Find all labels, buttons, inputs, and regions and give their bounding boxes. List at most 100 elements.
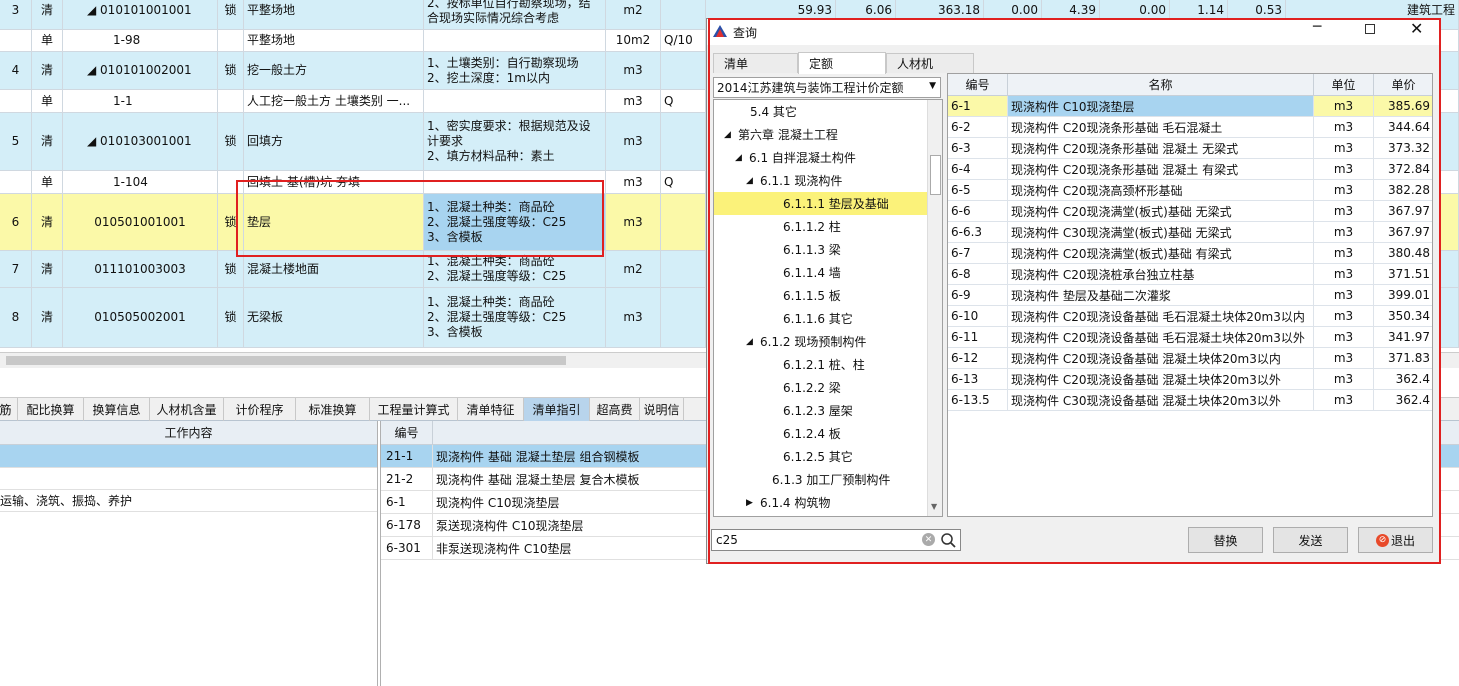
grid-cell-lock[interactable]: 锁 bbox=[218, 288, 244, 348]
grid-cell-name[interactable]: 无梁板 bbox=[244, 288, 424, 348]
grid-cell-qty[interactable]: Q bbox=[661, 90, 706, 113]
quota-row[interactable]: 6-4 现浇构件 C20现浇条形基础 混凝土 有梁式 m3 372.84 bbox=[948, 159, 1432, 180]
tree-node[interactable]: ◢ 6.1.2 现场预制构件 bbox=[714, 330, 928, 353]
grid-cell-code[interactable]: 010501001001 bbox=[63, 194, 218, 251]
grid-cell-lock[interactable]: 锁 bbox=[218, 113, 244, 171]
grid-cell-lock[interactable]: 锁 bbox=[218, 251, 244, 288]
quota-row[interactable]: 6-2 现浇构件 C20现浇条形基础 毛石混凝土 m3 344.64 bbox=[948, 117, 1432, 138]
quota-row[interactable]: 6-5 现浇构件 C20现浇高颈杯形基础 m3 382.28 bbox=[948, 180, 1432, 201]
grid-cell-type[interactable]: 清 bbox=[32, 113, 63, 171]
quota-row[interactable]: 6-13.5 现浇构件 C30现浇设备基础 混凝土块体20m3以外 m3 362.4 bbox=[948, 390, 1432, 411]
grid-cell-name[interactable]: 人工挖一般土方 土壤类别 一... bbox=[244, 90, 424, 113]
minimize-icon[interactable]: ─ bbox=[1313, 19, 1321, 35]
tree-node[interactable]: ◢ 6.1 自拌混凝土构件 bbox=[714, 146, 928, 169]
grid-cell-feature[interactable] bbox=[424, 171, 606, 194]
grid-cell-unit[interactable]: m3 bbox=[606, 113, 661, 171]
grid-cell-lock[interactable]: 锁 bbox=[218, 194, 244, 251]
tab-2[interactable]: 换算信息 bbox=[84, 398, 150, 421]
grid-cell-lock[interactable]: 锁 bbox=[218, 0, 244, 30]
grid-cell-unit[interactable]: 10m2 bbox=[606, 30, 661, 52]
close-icon[interactable]: ✕ bbox=[1410, 19, 1423, 38]
replace-button[interactable]: 替换 bbox=[1188, 527, 1263, 553]
tree-node[interactable]: ◢ 6.1.1 现浇构件 bbox=[714, 169, 928, 192]
grid-cell-qty[interactable] bbox=[661, 52, 706, 90]
tab-5[interactable]: 标准换算 bbox=[296, 398, 370, 421]
grid-cell-lock[interactable]: 锁 bbox=[218, 52, 244, 90]
tree-expander-icon[interactable]: ◢ bbox=[746, 337, 758, 347]
search-icon[interactable] bbox=[941, 533, 956, 548]
quota-row[interactable]: 6-11 现浇构件 C20现浇设备基础 毛石混凝土块体20m3以外 m3 341.97 bbox=[948, 327, 1432, 348]
search-input[interactable]: c25 ✕ bbox=[711, 529, 961, 551]
grid-cell-type[interactable]: 单 bbox=[32, 30, 63, 52]
tab-10[interactable]: 说明信 bbox=[640, 398, 684, 421]
grid-cell-name[interactable]: 混凝土楼地面 bbox=[244, 251, 424, 288]
grid-cell-qty[interactable]: Q bbox=[661, 171, 706, 194]
grid-cell-unit[interactable]: m3 bbox=[606, 194, 661, 251]
quota-library-select[interactable]: 2014江苏建筑与装饰工程计价定额 ▼ bbox=[713, 77, 941, 98]
grid-cell-code[interactable]: 1-98 bbox=[63, 30, 218, 52]
clear-icon[interactable]: ✕ bbox=[922, 533, 935, 546]
dialog-tab-1[interactable]: 定额 bbox=[798, 52, 886, 74]
tab-1[interactable]: 配比换算 bbox=[18, 398, 84, 421]
quota-row[interactable]: 6-6.3 现浇构件 C30现浇满堂(板式)基础 无梁式 m3 367.97 bbox=[948, 222, 1432, 243]
tree-node[interactable]: 6.1.2.2 梁 bbox=[714, 376, 928, 399]
grid-cell-lock[interactable] bbox=[218, 171, 244, 194]
grid-cell-type[interactable]: 单 bbox=[32, 171, 63, 194]
grid-cell-feature[interactable]: 1、混凝土种类：商品砼 2、混凝土强度等级：C25 3、含模板 bbox=[424, 194, 606, 251]
grid-cell-unit[interactable]: m3 bbox=[606, 288, 661, 348]
grid-cell-lock[interactable] bbox=[218, 30, 244, 52]
tree-node[interactable]: 6.1.2.3 屋架 bbox=[714, 399, 928, 422]
quota-row[interactable]: 6-3 现浇构件 C20现浇条形基础 混凝土 无梁式 m3 373.32 bbox=[948, 138, 1432, 159]
quota-row[interactable]: 6-9 现浇构件 垫层及基础二次灌浆 m3 399.01 bbox=[948, 285, 1432, 306]
grid-cell-unit[interactable]: m2 bbox=[606, 251, 661, 288]
grid-cell-feature[interactable] bbox=[424, 30, 606, 52]
grid-cell-name[interactable]: 平整场地 bbox=[244, 0, 424, 30]
grid-cell-name[interactable]: 垫层 bbox=[244, 194, 424, 251]
grid-cell-unit[interactable]: m3 bbox=[606, 52, 661, 90]
tab-7[interactable]: 清单特征 bbox=[458, 398, 524, 421]
grid-cell-name[interactable]: 回填方 bbox=[244, 113, 424, 171]
quota-row[interactable]: 6-8 现浇构件 C20现浇桩承台独立柱基 m3 371.51 bbox=[948, 264, 1432, 285]
grid-cell-feature[interactable] bbox=[424, 90, 606, 113]
grid-cell-feature[interactable]: 2、按标单位自行勘察现场，结合现场实际情况综合考虑 bbox=[424, 0, 606, 30]
tree-node[interactable]: 5.4 其它 bbox=[714, 100, 928, 123]
grid-cell-type[interactable]: 清 bbox=[32, 52, 63, 90]
send-button[interactable]: 发送 bbox=[1273, 527, 1348, 553]
grid-cell-qty[interactable] bbox=[661, 251, 706, 288]
grid-cell-lock[interactable] bbox=[218, 90, 244, 113]
quota-row[interactable]: 6-13 现浇构件 C20现浇设备基础 混凝土块体20m3以外 m3 362.4 bbox=[948, 369, 1432, 390]
grid-cell-feature[interactable]: 1、土壤类别：自行勘察现场 2、挖土深度：1m以内 bbox=[424, 52, 606, 90]
work-content-row[interactable] bbox=[0, 467, 377, 490]
dialog-tab-2[interactable]: 人材机 bbox=[886, 53, 974, 73]
quota-row[interactable]: 6-6 现浇构件 C20现浇满堂(板式)基础 无梁式 m3 367.97 bbox=[948, 201, 1432, 222]
grid-cell-code[interactable]: 1-1 bbox=[63, 90, 218, 113]
scrollbar-thumb[interactable] bbox=[6, 356, 566, 365]
tree-node[interactable]: 6.1.1.6 其它 bbox=[714, 307, 928, 330]
work-content-row[interactable]: 运输、浇筑、振捣、养护 bbox=[0, 489, 377, 512]
tree-scrollbar[interactable]: ▼ bbox=[927, 100, 942, 516]
grid-cell-feature[interactable]: 1、密实度要求：根据规范及设计要求 2、填方材料品种：素土 bbox=[424, 113, 606, 171]
grid-cell-unit[interactable]: m2 bbox=[606, 0, 661, 30]
work-content-row[interactable] bbox=[0, 445, 377, 468]
dialog-tab-0[interactable]: 清单 bbox=[713, 53, 798, 73]
grid-cell-feature[interactable]: 1、混凝土种类：商品砼 2、混凝土强度等级：C25 bbox=[424, 251, 606, 288]
grid-cell-name[interactable]: 平整场地 bbox=[244, 30, 424, 52]
tab-0[interactable]: 筋 bbox=[0, 398, 18, 421]
tab-8[interactable]: 清单指引 bbox=[524, 398, 590, 421]
grid-cell-feature[interactable]: 1、混凝土种类：商品砼 2、混凝土强度等级：C25 3、含模板 bbox=[424, 288, 606, 348]
tab-6[interactable]: 工程量计算式 bbox=[370, 398, 458, 421]
tree-node[interactable]: ◢ 第六章 混凝土工程 bbox=[714, 123, 928, 146]
tree-node[interactable]: 6.1.1.4 墙 bbox=[714, 261, 928, 284]
grid-cell-qty[interactable] bbox=[661, 194, 706, 251]
grid-cell-qty[interactable] bbox=[661, 288, 706, 348]
grid-cell-type[interactable]: 清 bbox=[32, 288, 63, 348]
grid-cell-qty[interactable] bbox=[661, 0, 706, 30]
tab-3[interactable]: 人材机含量 bbox=[150, 398, 224, 421]
tree-node[interactable]: 6.1.2.4 板 bbox=[714, 422, 928, 445]
grid-cell-code[interactable]: ◢ 010101001001 bbox=[63, 0, 218, 30]
grid-cell-type[interactable]: 单 bbox=[32, 90, 63, 113]
grid-cell-unit[interactable]: m3 bbox=[606, 90, 661, 113]
tree-node[interactable]: 6.1.3 加工厂预制构件 bbox=[714, 468, 928, 491]
grid-cell-code[interactable]: ◢ 010103001001 bbox=[63, 113, 218, 171]
grid-cell-unit[interactable]: m3 bbox=[606, 171, 661, 194]
